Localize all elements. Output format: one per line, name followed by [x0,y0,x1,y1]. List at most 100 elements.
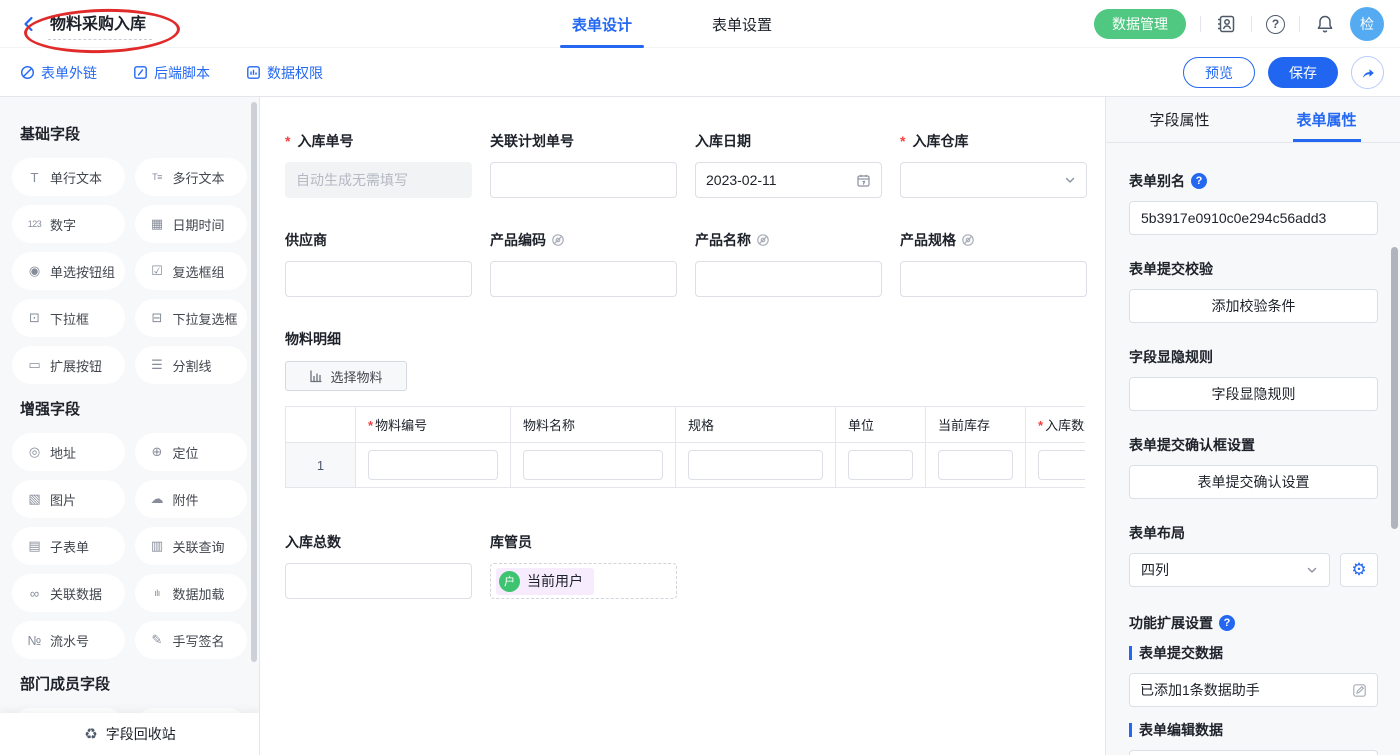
field-pill-linked-data[interactable]: ∞关联数据 [12,574,125,612]
subform-table: 物料编号 物料名称 规格 单位 当前库存 入库数量 1 [285,406,1085,488]
field-pill-datetime[interactable]: ▦日期时间 [135,205,248,243]
field-pill-attachment[interactable]: ☁附件 [135,480,248,518]
field-pill-data-load[interactable]: ılı数据加载 [135,574,248,612]
field-pill-number[interactable]: 123数字 [12,205,125,243]
field-pill-address[interactable]: ◎地址 [12,433,125,471]
sidebar-scrollbar[interactable] [251,102,257,662]
field-pill-linked-query[interactable]: ▥关联查询 [135,527,248,565]
field-pill-subform[interactable]: ▤子表单 [12,527,125,565]
layout-label: 表单布局 [1129,523,1378,543]
user-circle-icon: 户 [499,571,520,592]
accent-bar [1129,646,1132,660]
help-badge-icon[interactable]: ? [1219,615,1235,631]
data-manage-button[interactable]: 数据管理 [1094,9,1186,39]
warehouse-select[interactable] [900,162,1087,198]
supplier-input[interactable] [285,261,472,297]
field-pill-divider[interactable]: ☰分割线 [135,346,248,384]
contact-book-icon[interactable] [1215,13,1237,35]
total-input[interactable] [285,563,472,599]
field-pill-geolocation[interactable]: ⊕定位 [135,433,248,471]
field-warehouse[interactable]: 入库仓库 [900,131,1087,198]
submit-confirm-button[interactable]: 表单提交确认设置 [1129,465,1378,499]
select-material-button[interactable]: 选择物料 [285,361,407,391]
form-external-link[interactable]: 表单外链 [20,63,97,83]
visibility-label: 字段显隐规则 [1129,347,1378,367]
tab-field-properties[interactable]: 字段属性 [1106,97,1253,142]
field-product-name[interactable]: 产品名称 [695,230,882,297]
share-arrow-icon [1360,65,1376,81]
material-code-input[interactable] [368,450,498,480]
edit-data-label: 表单编辑数据 [1129,720,1378,740]
field-pill-serial-number[interactable]: №流水号 [12,621,125,659]
field-product-spec[interactable]: 产品规格 [900,230,1087,297]
visibility-rule-button[interactable]: 字段显隐规则 [1129,377,1378,411]
field-keeper[interactable]: 库管员 户 当前用户 [490,532,677,599]
form-title[interactable]: 物料采购入库 [48,8,152,40]
material-name-input[interactable] [523,450,663,480]
data-permission-link[interactable]: 数据权限 [246,63,323,83]
tab-form-properties[interactable]: 表单属性 [1253,97,1400,142]
sub-toolbar: 表单外链 后端脚本 数据权限 预览 保存 [0,49,1400,97]
plan-no-input[interactable] [490,162,677,198]
field-inbound-date[interactable]: 入库日期 2023-02-11 [695,131,882,198]
tab-form-design[interactable]: 表单设计 [560,0,644,48]
divider [1200,16,1201,32]
help-icon[interactable]: ? [1266,15,1285,34]
layout-select[interactable]: 四列 [1129,553,1330,587]
toolbar-links: 表单外链 后端脚本 数据权限 [20,63,323,83]
field-pill-dropdown[interactable]: ⊡下拉框 [12,299,125,337]
notification-bell-icon[interactable] [1314,13,1336,35]
inbound-date-input[interactable]: 2023-02-11 [695,162,882,198]
spec-input[interactable] [688,450,823,480]
current-user-tag[interactable]: 户 当前用户 [496,568,594,595]
field-inbound-no[interactable]: 入库单号 自动生成无需填写 [285,131,472,198]
help-badge-icon[interactable]: ? [1191,173,1207,189]
field-plan-no[interactable]: 关联计划单号 [490,131,677,198]
field-palette-sidebar: 基础字段 T单行文本 T≡多行文本 123数字 ▦日期时间 ◉单选按钮组 ☑复选… [0,97,260,755]
product-spec-input[interactable] [900,261,1087,297]
alias-input[interactable]: 5b3917e0910c0e294c56add3 [1129,201,1378,235]
user-avatar[interactable]: 检 [1350,7,1384,41]
field-pill-multi-dropdown[interactable]: ⊟下拉复选框 [135,299,248,337]
alias-label: 表单别名 ? [1129,171,1378,191]
add-validation-button[interactable]: 添加校验条件 [1129,289,1378,323]
inbound-qty-input[interactable] [1038,450,1085,480]
dropdown-icon: ⊡ [26,310,43,326]
field-pill-image[interactable]: ▧图片 [12,480,125,518]
field-pill-radio-group[interactable]: ◉单选按钮组 [12,252,125,290]
field-pill-multi-text[interactable]: T≡多行文本 [135,158,248,196]
form-designer-app: 物料采购入库 表单设计 表单设置 数据管理 ? 检 表单外链 [0,0,1400,755]
save-button[interactable]: 保存 [1268,57,1338,88]
panel-scrollbar[interactable] [1391,247,1398,529]
cloud-upload-icon: ☁ [149,491,166,507]
field-pill-checkbox-group[interactable]: ☑复选框组 [135,252,248,290]
field-product-code[interactable]: 产品编码 [490,230,677,297]
divider [1299,16,1300,32]
back-icon[interactable] [20,15,38,33]
inbound-no-input[interactable]: 自动生成无需填写 [285,162,472,198]
edit-icon[interactable] [1352,683,1367,698]
preview-button[interactable]: 预览 [1183,57,1255,88]
tab-form-settings[interactable]: 表单设置 [700,0,784,48]
product-name-input[interactable] [695,261,882,297]
field-pill-signature[interactable]: ✎手写签名 [135,621,248,659]
field-supplier[interactable]: 供应商 [285,230,472,297]
field-pill-extend-button[interactable]: ▭扩展按钮 [12,346,125,384]
unit-input[interactable] [848,450,913,480]
share-button[interactable] [1351,56,1384,89]
layout-settings-button[interactable]: ⚙ [1340,553,1378,587]
col-material-name: 物料名称 [511,407,676,443]
field-total[interactable]: 入库总数 [285,532,472,599]
add-operation-button[interactable]: 添加操作 [1129,750,1378,755]
backend-script-link[interactable]: 后端脚本 [133,63,210,83]
field-recycle-bin[interactable]: ♻ 字段回收站 [0,713,260,755]
product-code-input[interactable] [490,261,677,297]
recycle-icon: ♻ [84,725,97,743]
current-stock-input[interactable] [938,450,1013,480]
layout-row: 四列 ⚙ [1129,553,1378,587]
calendar-icon: ▦ [149,216,166,232]
eye-off-icon [756,233,770,247]
field-pill-single-text[interactable]: T单行文本 [12,158,125,196]
keeper-member-box[interactable]: 户 当前用户 [490,563,677,599]
confirm-label: 表单提交确认框设置 [1129,435,1378,455]
